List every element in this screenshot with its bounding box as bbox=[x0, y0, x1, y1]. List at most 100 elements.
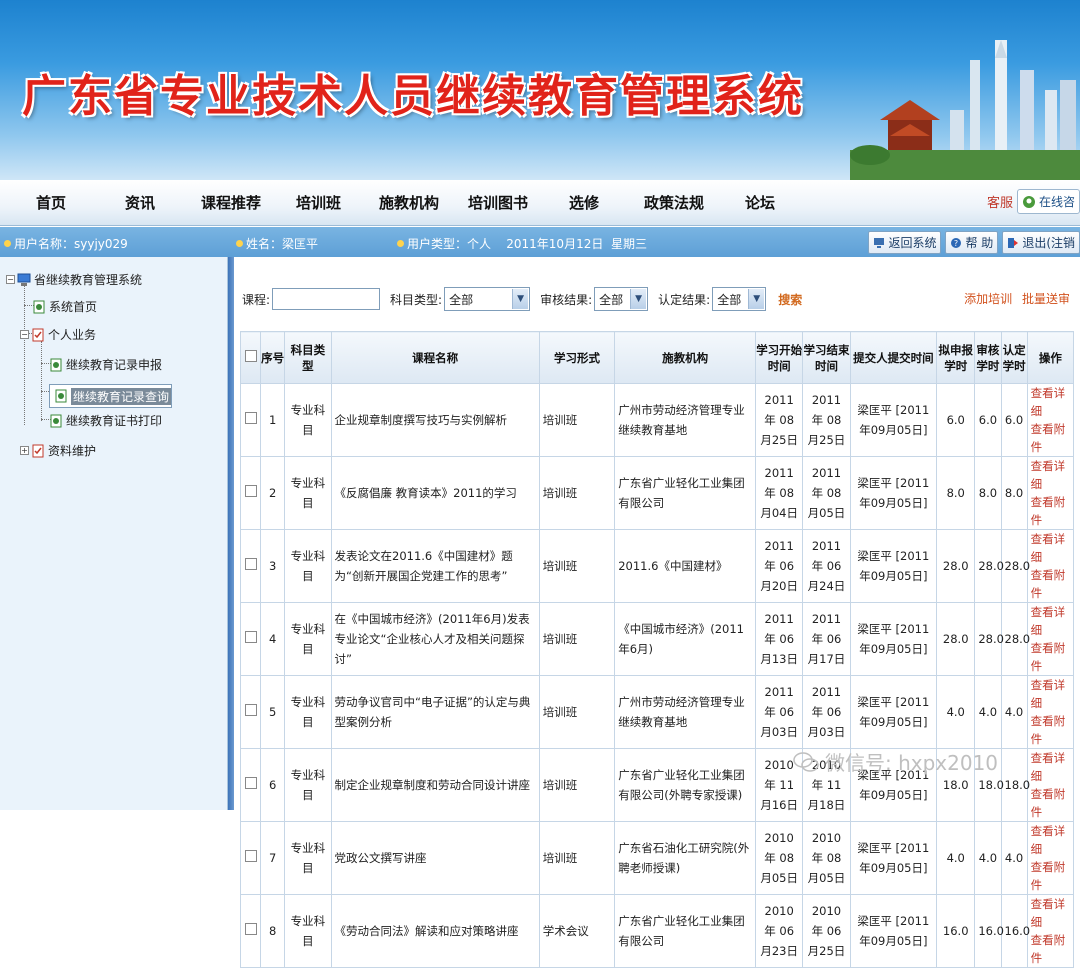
cell-form: 学术会议 bbox=[538, 894, 616, 968]
row-checkbox[interactable] bbox=[244, 704, 257, 716]
row-actions: 查看详细 查看附件 bbox=[1026, 675, 1075, 749]
nav-forum[interactable]: 论坛 bbox=[745, 192, 775, 213]
row-select-cell[interactable] bbox=[239, 675, 262, 749]
row-select-cell[interactable] bbox=[239, 529, 262, 603]
view-detail-link[interactable]: 查看详细 bbox=[1031, 457, 1070, 493]
sidebar-item-profile-label: 资料维护 bbox=[48, 444, 97, 458]
cell-form: 培训班 bbox=[538, 602, 616, 676]
cell-start: 2011年 08月04日 bbox=[755, 456, 804, 530]
select-all-checkbox[interactable] bbox=[244, 349, 257, 362]
row-checkbox[interactable] bbox=[244, 631, 257, 643]
row-checkbox[interactable] bbox=[244, 485, 257, 497]
search-button[interactable]: 搜索 bbox=[778, 291, 802, 308]
user-info-bar: 用户名称：syyjy029 姓名：梁匡平 用户类型：个人 2011年10月12日… bbox=[0, 227, 1080, 257]
sidebar-item-query[interactable]: 继续教育记录查询 bbox=[49, 384, 173, 408]
cell-course: 《反腐倡廉 教育读本》2011的学习 bbox=[330, 456, 540, 530]
row-checkbox[interactable] bbox=[244, 558, 257, 570]
row-checkbox[interactable] bbox=[244, 850, 257, 862]
select-all-cell[interactable] bbox=[239, 331, 262, 384]
row-checkbox[interactable] bbox=[244, 412, 257, 424]
cell-org: 《中国城市经济》(2011年6月) bbox=[614, 602, 757, 676]
view-attachment-link[interactable]: 查看附件 bbox=[1031, 712, 1070, 748]
cell-end: 2011年 08月25日 bbox=[802, 383, 851, 457]
view-detail-link[interactable]: 查看详细 bbox=[1031, 384, 1070, 420]
col-header: 认定学时 bbox=[1000, 331, 1028, 384]
customer-service: 客服 在线咨 bbox=[987, 189, 1080, 214]
table-row: 8 专业科目 《劳动合同法》解读和应对策略讲座 学术会议 广东省广业轻化工业集团有限公司… bbox=[239, 894, 1075, 968]
view-attachment-link[interactable]: 查看附件 bbox=[1031, 785, 1070, 821]
cell-h2: 28.0 bbox=[974, 529, 1004, 603]
row-select-cell[interactable] bbox=[239, 748, 262, 822]
tree-root-label: 省继续教育管理系统 bbox=[34, 273, 143, 287]
sidebar-item-report-label: 继续教育记录申报 bbox=[66, 358, 163, 372]
collapse-icon[interactable]: − bbox=[20, 330, 29, 339]
view-attachment-link[interactable]: 查看附件 bbox=[1031, 420, 1070, 456]
row-select-cell[interactable] bbox=[239, 456, 262, 530]
nav-books[interactable]: 培训图书 bbox=[468, 192, 528, 213]
sidebar-item-print[interactable]: 继续教育证书打印 bbox=[49, 412, 162, 429]
table-row: 4 专业科目 在《中国城市经济》(2011年6月)发表专业论文“企业核心人才及相关问… bbox=[239, 602, 1075, 676]
row-select-cell[interactable] bbox=[239, 821, 262, 895]
row-checkbox[interactable] bbox=[244, 923, 257, 935]
cell-type: 专业科目 bbox=[284, 748, 332, 822]
row-select-cell[interactable] bbox=[239, 383, 262, 457]
row-checkbox[interactable] bbox=[244, 777, 257, 789]
page-icon bbox=[50, 414, 62, 427]
online-consult-button[interactable]: 在线咨 bbox=[1016, 189, 1080, 214]
sidebar-item-home[interactable]: 系统首页 bbox=[32, 298, 97, 315]
cell-h3: 4.0 bbox=[1000, 821, 1028, 895]
return-system-button[interactable]: 返回系统 bbox=[868, 231, 942, 254]
cell-h2: 4.0 bbox=[974, 821, 1002, 895]
expand-icon[interactable]: + bbox=[20, 446, 29, 455]
nav-institutions[interactable]: 施教机构 bbox=[379, 192, 439, 213]
view-attachment-link[interactable]: 查看附件 bbox=[1031, 858, 1070, 894]
cell-submit: 梁匡平 [2011年09月05日] bbox=[849, 675, 938, 749]
col-header: 学习开始时间 bbox=[755, 331, 804, 384]
sidebar-item-personal[interactable]: − 个人业务 bbox=[20, 326, 96, 343]
nav-news[interactable]: 资讯 bbox=[125, 192, 155, 213]
view-attachment-link[interactable]: 查看附件 bbox=[1031, 493, 1070, 529]
batch-submit-link[interactable]: 批量送审 bbox=[1022, 292, 1070, 306]
row-select-cell[interactable] bbox=[239, 602, 262, 676]
audit-result-select[interactable]: 全部 ▼ bbox=[594, 287, 649, 311]
view-detail-link[interactable]: 查看详细 bbox=[1031, 603, 1070, 639]
certify-result-label: 认定结果: bbox=[658, 292, 711, 307]
cell-start: 2011年 08月25日 bbox=[755, 383, 804, 457]
logout-label: 退出(注销 bbox=[1022, 236, 1075, 250]
cell-start: 2011年 06月03日 bbox=[755, 675, 804, 749]
sidebar-item-profile[interactable]: + 资料维护 bbox=[20, 442, 96, 459]
cell-submit: 梁匡平 [2011年09月05日] bbox=[849, 821, 938, 895]
col-header: 课程名称 bbox=[330, 331, 540, 384]
subject-type-select[interactable]: 全部 ▼ bbox=[444, 287, 531, 311]
col-header: 学习结束时间 bbox=[802, 331, 851, 384]
cell-course: 企业规章制度撰写技巧与实例解析 bbox=[330, 383, 540, 457]
cell-no: 6 bbox=[260, 748, 286, 822]
course-input[interactable] bbox=[272, 288, 381, 310]
nav-courses[interactable]: 课程推荐 bbox=[201, 192, 261, 213]
sidebar-item-query-label: 继续教育记录查询 bbox=[71, 387, 172, 405]
view-detail-link[interactable]: 查看详细 bbox=[1031, 895, 1070, 931]
view-attachment-link[interactable]: 查看附件 bbox=[1031, 566, 1070, 602]
nav-electives[interactable]: 选修 bbox=[569, 192, 599, 213]
col-header: 施教机构 bbox=[614, 331, 757, 384]
view-attachment-link[interactable]: 查看附件 bbox=[1031, 931, 1070, 967]
add-training-link[interactable]: 添加培训 bbox=[964, 292, 1012, 306]
help-button[interactable]: ? 帮 助 bbox=[945, 231, 999, 254]
sidebar-item-report[interactable]: 继续教育记录申报 bbox=[49, 356, 162, 373]
cell-org: 广东省广业轻化工业集团有限公司(外聘专家授课) bbox=[614, 748, 757, 822]
view-detail-link[interactable]: 查看详细 bbox=[1031, 749, 1070, 785]
cell-type: 专业科目 bbox=[284, 602, 332, 676]
row-select-cell[interactable] bbox=[239, 894, 262, 968]
nav-policy[interactable]: 政策法规 bbox=[644, 192, 704, 213]
collapse-icon[interactable]: − bbox=[6, 275, 15, 284]
nav-training[interactable]: 培训班 bbox=[296, 192, 341, 213]
certify-result-select[interactable]: 全部 ▼ bbox=[712, 287, 767, 311]
view-detail-link[interactable]: 查看详细 bbox=[1031, 822, 1070, 858]
view-detail-link[interactable]: 查看详细 bbox=[1031, 676, 1070, 712]
cell-h3: 18.0 bbox=[1000, 748, 1030, 822]
nav-home[interactable]: 首页 bbox=[36, 192, 66, 213]
view-attachment-link[interactable]: 查看附件 bbox=[1031, 639, 1070, 675]
tree-root[interactable]: − 省继续教育管理系统 bbox=[6, 271, 142, 288]
view-detail-link[interactable]: 查看详细 bbox=[1031, 530, 1070, 566]
logout-button[interactable]: 退出(注销 bbox=[1002, 231, 1080, 254]
